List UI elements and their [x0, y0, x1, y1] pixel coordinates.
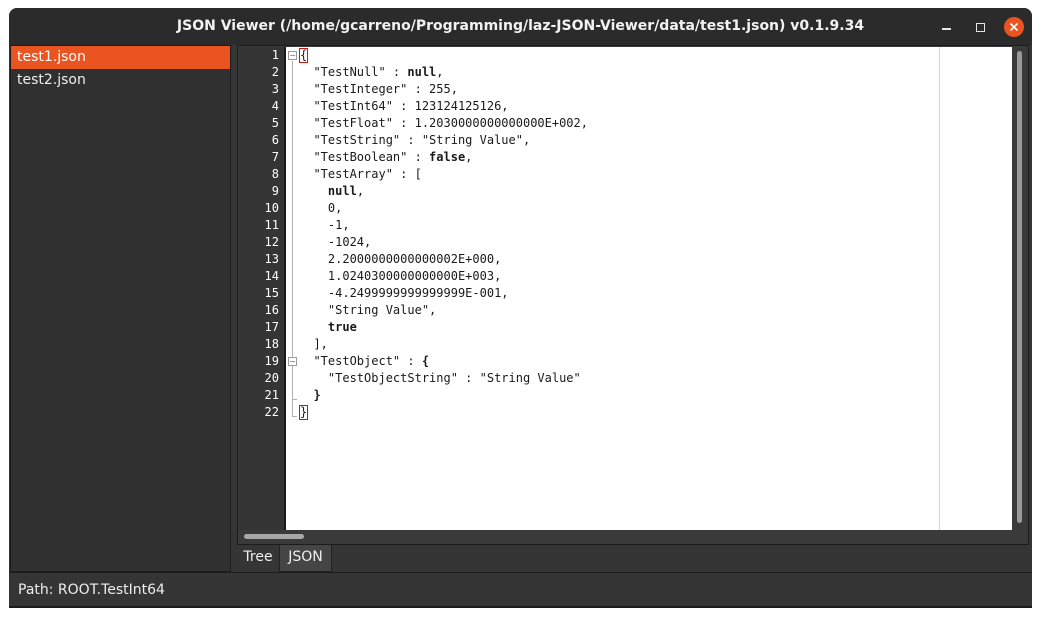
code-line: "String Value",: [299, 303, 437, 317]
code-line: "TestObjectString" : "String Value": [299, 371, 581, 385]
line-number: 12: [264, 235, 279, 249]
line-number: 18: [264, 337, 279, 351]
line-number-gutter: 1 2 3 4 5 6 7 8 9 10 11 12 13 14 15 16 1…: [239, 47, 284, 530]
code-line: "TestObject" : {: [299, 354, 430, 368]
vertical-scrollbar[interactable]: [1014, 47, 1026, 530]
line-number: 19: [264, 354, 279, 368]
code-line: }: [299, 405, 309, 420]
line-number: 16: [264, 303, 279, 317]
code-line: "TestNull" : null,: [299, 65, 444, 79]
minimize-icon: [941, 28, 951, 30]
line-number: 21: [264, 388, 279, 402]
code-line: "TestString" : "String Value",: [299, 133, 531, 147]
line-number: 11: [264, 218, 279, 232]
code-line: "TestArray" : [: [299, 167, 422, 181]
line-number: 9: [271, 184, 279, 198]
line-number: 2: [271, 65, 279, 79]
code-line: ],: [299, 337, 328, 351]
path-status: Path: ROOT.TestInt64: [18, 582, 165, 598]
line-number: 7: [271, 150, 279, 164]
code-line: {: [299, 48, 309, 63]
code-line: 2.2000000000000002E+000,: [299, 252, 502, 266]
line-number: 17: [264, 320, 279, 334]
code-line: -1024,: [299, 235, 372, 249]
minimize-button[interactable]: [936, 17, 956, 37]
maximize-icon: [975, 22, 985, 32]
file-item-test1[interactable]: test1.json: [11, 46, 230, 69]
line-number: 10: [264, 201, 279, 215]
line-number: 22: [264, 405, 279, 419]
code-text-area[interactable]: { "TestNull" : null, "TestInteger" : 255…: [297, 47, 1012, 530]
line-number: 3: [271, 82, 279, 96]
view-tabs: Tree JSON: [237, 545, 1029, 572]
line-number: 20: [264, 371, 279, 385]
fold-collapse-icon[interactable]: −: [288, 51, 297, 60]
horizontal-scroll-thumb[interactable]: [244, 534, 304, 539]
code-line: 0,: [299, 201, 343, 215]
line-number: 14: [264, 269, 279, 283]
line-number: 6: [271, 133, 279, 147]
tab-json[interactable]: JSON: [279, 545, 332, 572]
file-item-test2[interactable]: test2.json: [11, 69, 230, 92]
line-number: 8: [271, 167, 279, 181]
json-editor-panel: 1 2 3 4 5 6 7 8 9 10 11 12 13 14 15 16 1…: [237, 45, 1029, 545]
code-line: "TestInt64" : 123124125126,: [299, 99, 509, 113]
fold-collapse-icon[interactable]: −: [288, 357, 297, 366]
code-line: "TestInteger" : 255,: [299, 82, 458, 96]
line-number: 5: [271, 116, 279, 130]
code-lines: { "TestNull" : null, "TestInteger" : 255…: [297, 47, 1012, 421]
code-line: }: [313, 388, 321, 402]
fold-column: − −: [284, 47, 297, 530]
line-number: 4: [271, 99, 279, 113]
window-title: JSON Viewer (/home/gcarreno/Programming/…: [176, 18, 865, 34]
code-line: "TestFloat" : 1.2030000000000000E+002,: [299, 116, 588, 130]
code-line: -4.2499999999999999E-001,: [299, 286, 509, 300]
line-number: 15: [264, 286, 279, 300]
right-margin-line: [939, 47, 940, 530]
tab-tree[interactable]: Tree: [237, 545, 279, 572]
title-bar[interactable]: JSON Viewer (/home/gcarreno/Programming/…: [9, 8, 1032, 45]
code-line: 1.0240300000000000E+003,: [299, 269, 502, 283]
code-line: "TestBoolean" : false,: [299, 150, 473, 164]
maximize-button[interactable]: [970, 17, 990, 37]
code-line: -1,: [299, 218, 350, 232]
vertical-scroll-thumb[interactable]: [1017, 51, 1022, 523]
status-bar: Path: ROOT.TestInt64: [9, 572, 1032, 608]
line-number: 13: [264, 252, 279, 266]
code-line: true: [327, 320, 357, 334]
line-number: 1: [271, 48, 279, 62]
file-list[interactable]: test1.json test2.json: [10, 45, 231, 572]
horizontal-scrollbar[interactable]: [239, 531, 1014, 543]
code-line: null,: [327, 184, 365, 198]
close-icon: [1009, 22, 1019, 32]
app-window: JSON Viewer (/home/gcarreno/Programming/…: [9, 8, 1032, 608]
close-button[interactable]: [1004, 17, 1024, 37]
